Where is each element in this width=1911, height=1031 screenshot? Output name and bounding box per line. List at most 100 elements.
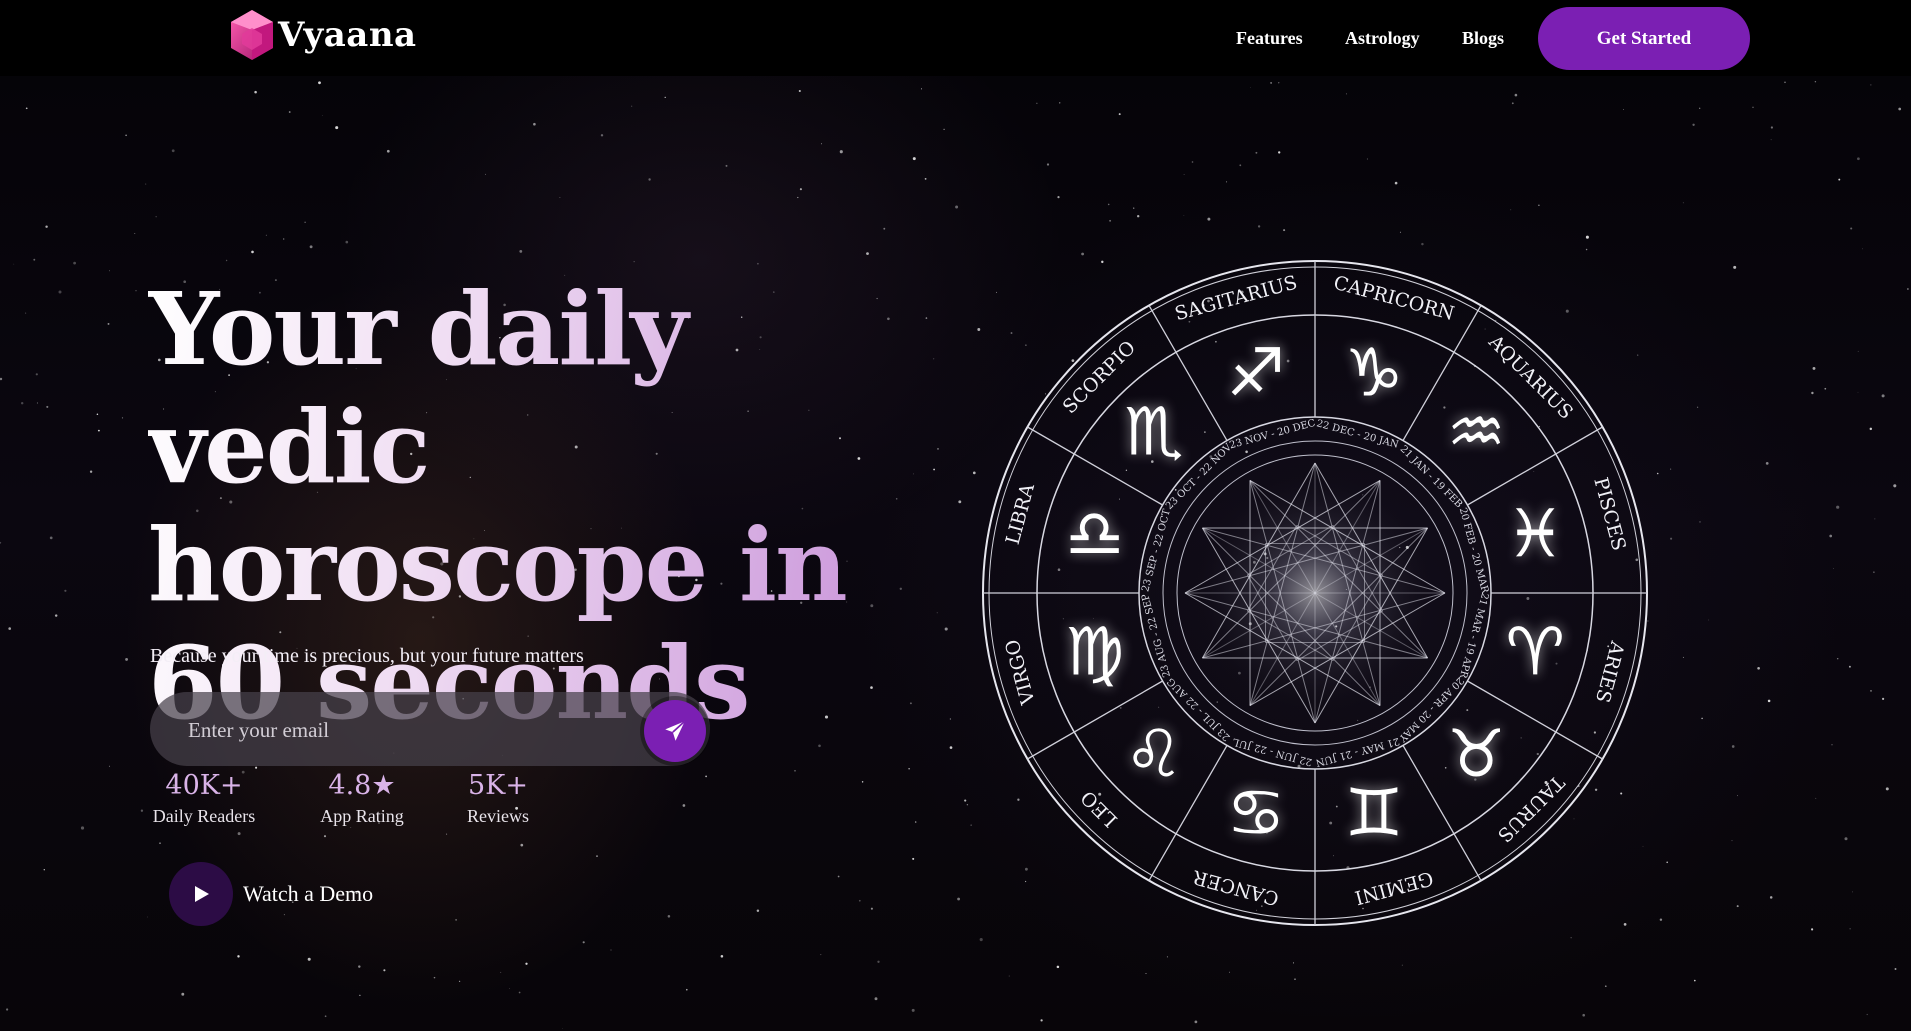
stat-label: App Rating — [320, 806, 404, 826]
star-dot — [1058, 102, 1061, 104]
star-dot — [1694, 979, 1696, 982]
star-dot — [874, 997, 878, 1001]
star-dot — [1145, 973, 1147, 975]
star-dot — [1733, 265, 1737, 269]
star-dot — [1081, 252, 1084, 256]
star-dot — [25, 312, 27, 314]
star-dot — [1399, 231, 1401, 233]
star-dot — [911, 1008, 915, 1012]
star-dot — [64, 589, 67, 592]
star-dot — [254, 90, 257, 94]
star-dot — [1907, 288, 1909, 290]
zodiac-symbol-icon: ♏ — [1124, 393, 1183, 470]
star-dot — [181, 992, 185, 996]
star-dot — [756, 909, 760, 912]
nav-link-astrology[interactable]: Astrology — [1345, 28, 1420, 49]
star-dot — [1767, 699, 1771, 703]
star-dot — [757, 262, 759, 265]
star-dot — [43, 869, 45, 871]
star-dot — [97, 429, 100, 432]
star-dot — [1849, 928, 1851, 930]
star-dot — [1292, 962, 1295, 964]
star-dot — [519, 250, 523, 253]
star-dot — [1394, 181, 1398, 185]
zodiac-sign-label: PISCES — [1589, 475, 1630, 553]
star-dot — [1670, 537, 1673, 540]
star-dot — [966, 804, 969, 806]
star-dot — [335, 126, 339, 130]
star-dot — [958, 500, 962, 504]
star-dot — [1278, 82, 1280, 84]
star-dot — [1838, 178, 1841, 181]
star-dot — [1866, 1013, 1868, 1016]
star-dot — [1770, 126, 1774, 129]
star-dot — [45, 225, 48, 228]
zodiac-sign-label: LIBRA — [1002, 481, 1039, 547]
star-dot — [283, 238, 285, 240]
star-dot — [943, 128, 945, 131]
star-dot — [1848, 665, 1851, 668]
star-dot — [433, 976, 436, 979]
nav-link-blogs[interactable]: Blogs — [1462, 28, 1504, 49]
star-dot — [964, 799, 967, 802]
get-started-button[interactable]: Get Started — [1538, 7, 1750, 70]
star-dot — [1582, 1013, 1585, 1017]
star-dot — [96, 413, 99, 415]
play-button[interactable] — [169, 862, 233, 926]
send-button[interactable] — [644, 700, 706, 762]
nav-link-features[interactable]: Features — [1236, 28, 1303, 49]
star-dot — [949, 746, 953, 749]
star-dot — [955, 205, 959, 209]
star-dot — [821, 143, 823, 145]
top-navbar: Vyaana Features Astrology Blogs Get Star… — [0, 0, 1911, 76]
star-dot — [485, 173, 486, 175]
star-dot — [171, 149, 175, 153]
star-dot — [837, 875, 840, 878]
star-dot — [1765, 462, 1769, 465]
star-dot — [1701, 717, 1703, 720]
zodiac-symbol-icon: ♍ — [1065, 614, 1124, 691]
star-dot — [1191, 161, 1194, 163]
star-dot — [520, 843, 524, 847]
watch-demo-button[interactable]: Watch a Demo — [169, 862, 373, 926]
star-dot — [1036, 102, 1038, 104]
zodiac-date-label: 22 JUN - 22 JUL — [1231, 735, 1313, 767]
star-dot — [13, 263, 15, 265]
zodiac-symbol-icon: ♊ — [1344, 775, 1403, 852]
stat-daily-readers: 40K+ Daily Readers — [150, 770, 258, 827]
star-dot — [1769, 896, 1773, 899]
brand-logo[interactable]: Vyaana — [228, 8, 417, 62]
zodiac-sign-label: ARIES — [1591, 638, 1629, 705]
star-dot — [324, 1015, 327, 1018]
star-dot — [35, 373, 38, 376]
star-dot — [359, 994, 361, 996]
star-dot — [1784, 81, 1786, 84]
star-dot — [49, 536, 53, 540]
star-dot — [225, 259, 228, 262]
star-dot — [386, 149, 390, 153]
star-dot — [818, 744, 821, 748]
star-dot — [1183, 215, 1185, 216]
star-dot — [1699, 521, 1701, 523]
star-dot — [1814, 80, 1817, 83]
star-dot — [1278, 151, 1281, 154]
star-dot — [358, 965, 361, 968]
star-dot — [1538, 204, 1540, 206]
star-dot — [1770, 139, 1772, 141]
zodiac-sign-label: GEMINI — [1352, 867, 1435, 909]
star-dot — [877, 960, 880, 963]
star-dot — [798, 89, 801, 93]
star-dot — [1870, 84, 1872, 86]
email-input[interactable] — [186, 692, 610, 768]
star-dot — [108, 765, 110, 767]
star-dot — [667, 915, 671, 918]
star-dot — [664, 96, 666, 99]
star-dot — [1737, 795, 1738, 797]
star-dot — [265, 234, 267, 236]
star-dot — [1183, 174, 1185, 175]
zodiac-sign-label: CANCER — [1190, 865, 1281, 909]
star-dot — [1514, 93, 1518, 97]
star-dot — [1040, 1019, 1043, 1022]
star-dot — [1570, 937, 1572, 939]
play-icon — [195, 886, 209, 902]
